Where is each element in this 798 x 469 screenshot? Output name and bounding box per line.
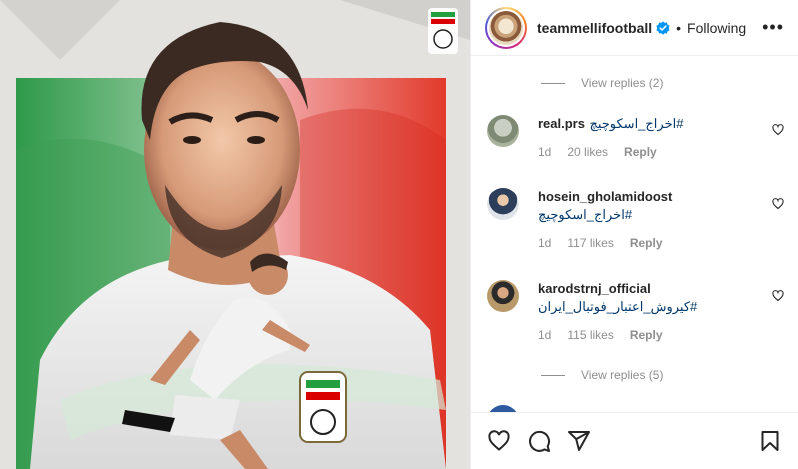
post-actions	[471, 412, 798, 469]
comment-body: karodstrnj_official کیروش_اعتبار_فوتبال_…	[538, 280, 762, 342]
comment-time[interactable]: 1d	[538, 145, 551, 159]
heart-outline-icon[interactable]	[772, 198, 784, 210]
comment-time[interactable]: 1d	[538, 236, 551, 250]
comment-meta: 1d 20 likes Reply	[538, 145, 762, 159]
view-replies-button[interactable]: View replies (5)	[541, 368, 663, 382]
comment-likes[interactable]: 20 likes	[567, 145, 608, 159]
view-replies-label: View replies (2)	[581, 76, 664, 90]
comment-item: real.prs اخراج_اسکوچیچ# 1d 20 likes Repl…	[487, 115, 786, 175]
comment-hashtag[interactable]: کیروش_اعتبار_فوتبال_ایران#	[538, 299, 697, 314]
comment-likes[interactable]: 117 likes	[567, 236, 613, 250]
player-artwork	[0, 0, 470, 469]
bookmark-icon[interactable]	[758, 429, 782, 453]
post-panel: teammellifootball • Following ••• View r…	[470, 0, 798, 469]
comment-icon[interactable]	[527, 429, 551, 453]
comment-item: hosein_gholamidoost اخراج_اسکوچیچ# 1d 11…	[487, 188, 786, 258]
heart-icon[interactable]	[487, 429, 511, 453]
heart-outline-icon[interactable]	[772, 124, 784, 136]
comment-hashtag[interactable]: اخراج_اسکوچیچ#	[538, 207, 632, 222]
comment-username[interactable]: karodstrnj_official	[538, 281, 651, 296]
following-button[interactable]: Following	[687, 20, 746, 36]
comment-body: real.prs اخراج_اسکوچیچ# 1d 20 likes Repl…	[538, 115, 762, 159]
more-options-icon[interactable]: •••	[762, 17, 784, 38]
verified-badge-icon	[656, 20, 670, 35]
send-icon[interactable]	[567, 429, 591, 453]
comment-username[interactable]: real.prs	[538, 116, 585, 131]
comment-username[interactable]: hosein_gholamidoost	[538, 189, 672, 204]
reply-button[interactable]: Reply	[630, 328, 663, 342]
comment-item: karodstrnj_official کیروش_اعتبار_فوتبال_…	[487, 280, 786, 350]
comments-list[interactable]: View replies (2) real.prs اخراج_اسکوچیچ#…	[471, 57, 798, 412]
view-replies-button[interactable]: View replies (2)	[541, 76, 663, 90]
post-image[interactable]	[0, 0, 470, 469]
divider-line	[541, 374, 565, 376]
separator-dot: •	[676, 19, 682, 36]
comment-time[interactable]: 1d	[538, 328, 551, 342]
heart-outline-icon[interactable]	[772, 290, 784, 302]
account-avatar[interactable]	[485, 6, 527, 49]
reply-button[interactable]: Reply	[630, 236, 663, 250]
comment-body: hosein_gholamidoost اخراج_اسکوچیچ# 1d 11…	[538, 188, 762, 250]
comment-meta: 1d 115 likes Reply	[538, 328, 762, 342]
comment-hashtag[interactable]: اخراج_اسکوچیچ#	[589, 116, 683, 131]
commenter-avatar[interactable]	[487, 115, 519, 147]
view-replies-label: View replies (5)	[581, 368, 664, 382]
reply-button[interactable]: Reply	[624, 145, 657, 159]
comment-likes[interactable]: 115 likes	[567, 328, 613, 342]
commenter-avatar[interactable]	[487, 280, 519, 312]
commenter-avatar[interactable]	[487, 188, 519, 220]
account-handle[interactable]: teammellifootball	[537, 20, 652, 36]
comment-meta: 1d 117 likes Reply	[538, 236, 762, 250]
post-header: teammellifootball • Following •••	[471, 0, 798, 56]
commenter-avatar[interactable]	[487, 405, 519, 412]
divider-line	[541, 82, 565, 84]
